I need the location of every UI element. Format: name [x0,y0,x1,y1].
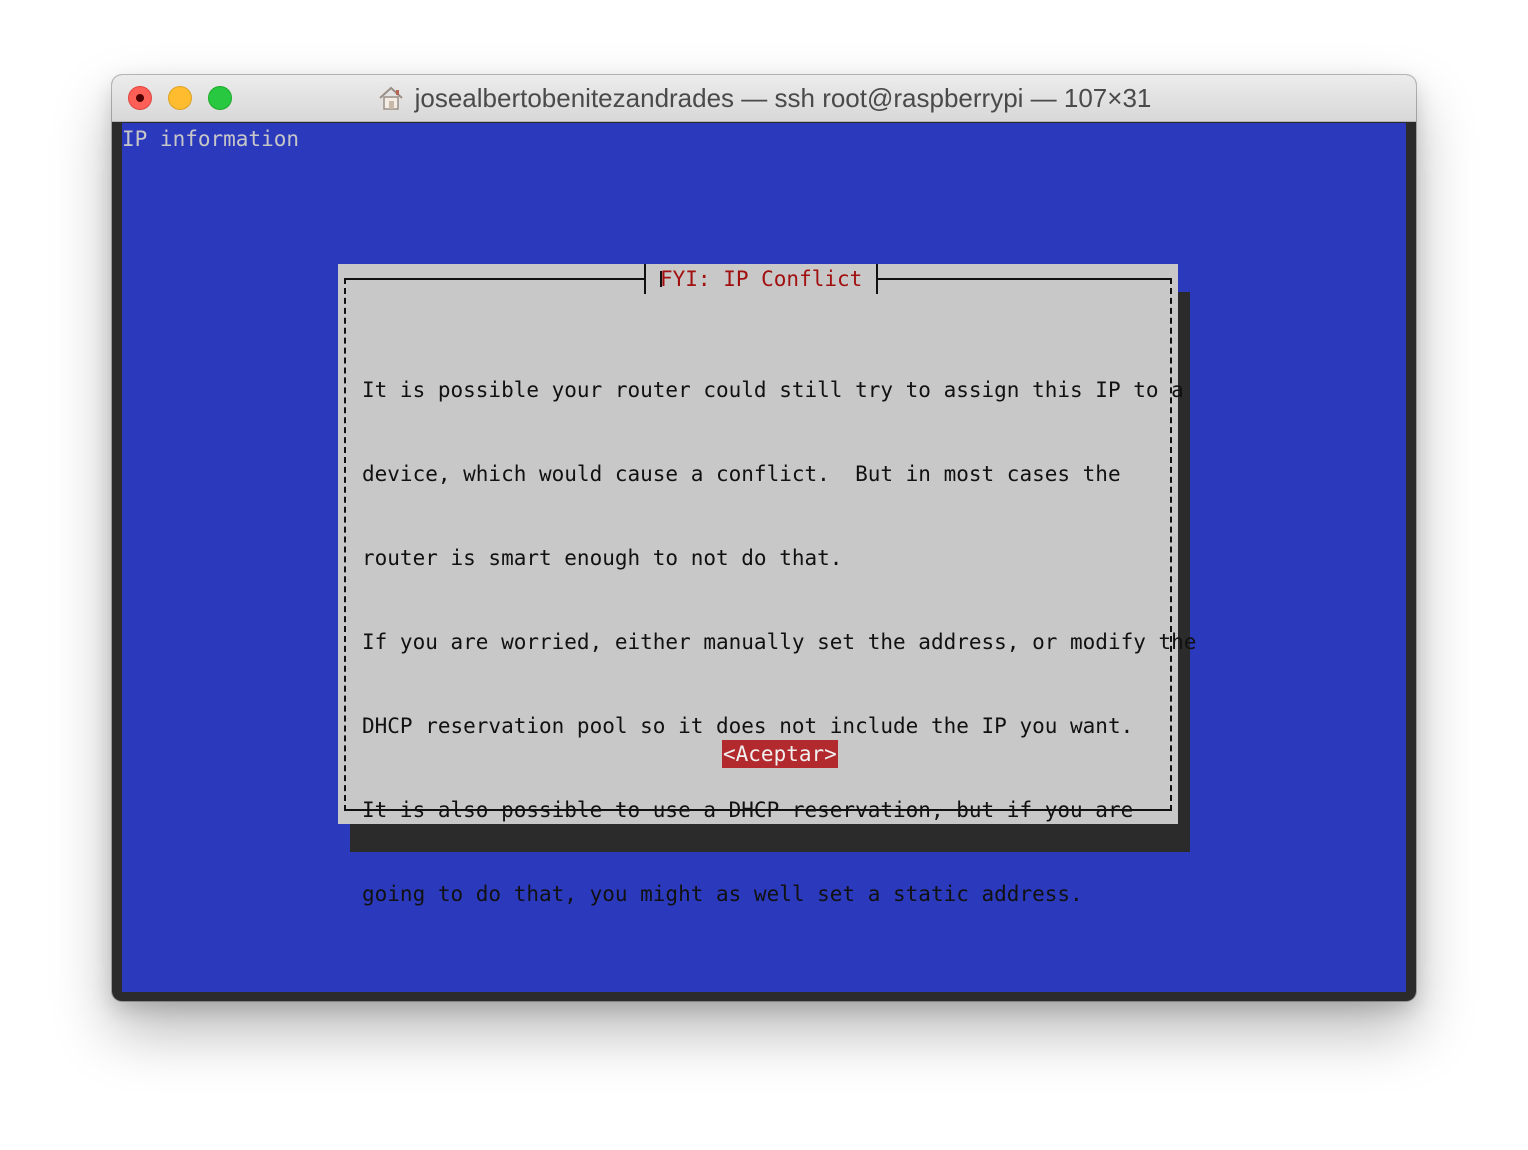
terminal-window: josealbertobenitezandrades — ssh root@ra… [112,75,1416,1001]
dialog-message: It is possible your router could still t… [362,320,1196,964]
message-line: It is also possible to use a DHCP reserv… [362,798,1134,822]
terminal-screen[interactable]: IP information FYI: IP Conflict It is po… [122,123,1406,992]
message-line: going to do that, you might as well set … [362,882,1083,906]
message-line: router is smart enough to not do that. [362,546,843,570]
accept-button[interactable]: <Aceptar> [722,740,838,768]
dialog-frame-left [344,278,346,811]
backtitle: IP information [122,127,300,151]
message-line: device, which would cause a conflict. Bu… [362,462,1121,486]
dialog-title-wrap: FYI: IP Conflict [644,264,879,294]
window-title: josealbertobenitezandrades — ssh root@ra… [414,82,1152,113]
message-line: If you are worried, either manually set … [362,630,1197,654]
dialog-title: FYI: IP Conflict [660,267,863,291]
message-dialog: FYI: IP Conflict It is possible your rou… [338,264,1196,906]
home-icon [377,85,405,111]
message-line: It is possible your router could still t… [362,378,1184,402]
window-title-area: josealbertobenitezandrades — ssh root@ra… [112,75,1416,121]
title-bar[interactable]: josealbertobenitezandrades — ssh root@ra… [112,75,1416,122]
message-line: DHCP reservation pool so it does not inc… [362,714,1134,738]
